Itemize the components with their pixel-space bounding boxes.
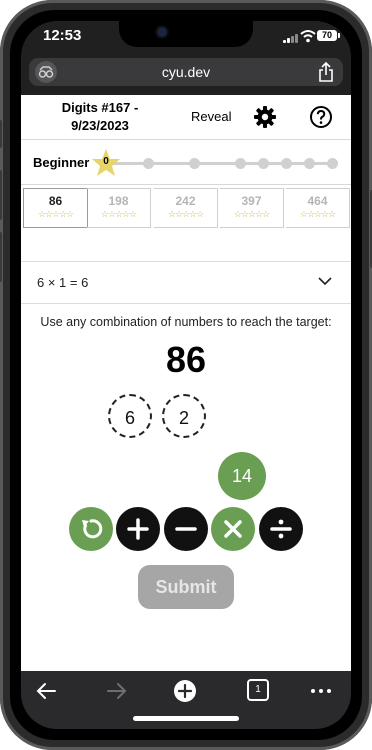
browser-toolbar: 1: [21, 671, 351, 729]
puzzle-tab-5[interactable]: 464 ☆☆☆☆☆: [286, 188, 350, 228]
tabs-button[interactable]: 1: [247, 679, 269, 701]
target-number: 86: [165, 339, 207, 380]
chevron-down-icon[interactable]: [318, 276, 332, 286]
battery-indicator: 70: [317, 30, 340, 41]
puzzle-title: Digits #167 - 9/23/2023: [43, 99, 157, 135]
level-dot: [327, 158, 338, 169]
url-text[interactable]: cyu.dev: [29, 64, 343, 80]
puzzle-number: Digits #167 -: [61, 100, 139, 115]
new-tab-button[interactable]: [171, 679, 199, 703]
divider: [21, 261, 351, 262]
subtract-button[interactable]: [164, 507, 208, 551]
wifi-icon: [300, 30, 316, 43]
volume-down-button: [0, 232, 2, 282]
more-button[interactable]: [307, 679, 335, 703]
puzzle-tabs: 86 ☆☆☆☆☆ 198 ☆☆☆☆☆ 242 ☆☆☆☆☆ 397 ☆☆☆☆☆ 4…: [21, 188, 351, 228]
level-progress: Beginner 0: [21, 140, 351, 185]
minus-icon: [175, 527, 197, 531]
history-dropdown[interactable]: 6 × 1 = 6: [21, 263, 351, 303]
level-dot: [281, 158, 292, 169]
puzzle-tab-target: 397: [241, 194, 262, 208]
gear-icon[interactable]: [253, 105, 277, 129]
undo-button[interactable]: [69, 507, 113, 551]
camera-icon: [157, 27, 167, 37]
puzzle-tab-target: 198: [108, 194, 129, 208]
game-header: Digits #167 - 9/23/2023 Reveal: [21, 95, 351, 140]
address-bar[interactable]: cyu.dev: [29, 58, 343, 86]
puzzle-tab-stars: ☆☆☆☆☆: [167, 209, 204, 219]
ellipsis-icon: [311, 689, 331, 693]
level-dot: [258, 158, 269, 169]
plus-icon: [127, 518, 149, 540]
level-label: Beginner: [33, 155, 90, 170]
level-star-value: 0: [103, 156, 109, 167]
status-time: 12:53: [43, 27, 82, 44]
share-icon[interactable]: [317, 61, 335, 83]
notch: [119, 21, 253, 47]
puzzle-tab-stars: ☆☆☆☆☆: [100, 209, 137, 219]
puzzle-date: 9/23/2023: [71, 118, 129, 133]
number-button[interactable]: 6: [108, 394, 152, 438]
puzzle-tab-1[interactable]: 86 ☆☆☆☆☆: [23, 188, 88, 228]
forward-button[interactable]: [102, 679, 130, 703]
multiply-button[interactable]: [211, 507, 255, 551]
level-dot: [189, 158, 200, 169]
puzzle-tab-target: 242: [175, 194, 196, 208]
puzzle-tab-stars: ☆☆☆☆☆: [37, 209, 74, 219]
screen: 12:53 70 cyu.dev Digits #167 - 9/23/2023…: [21, 21, 351, 729]
level-dot: [143, 158, 154, 169]
home-indicator: [133, 716, 239, 721]
mute-switch: [0, 120, 2, 148]
web-page: Digits #167 - 9/23/2023 Reveal Beginner …: [21, 95, 351, 671]
divider: [21, 303, 351, 304]
back-button[interactable]: [33, 679, 61, 703]
puzzle-tab-stars: ☆☆☆☆☆: [233, 209, 270, 219]
arrow-right-icon: [107, 683, 127, 699]
history-equation: 6 × 1 = 6: [37, 275, 89, 290]
level-dot: [304, 158, 315, 169]
puzzle-tab-target: 464: [307, 194, 328, 208]
phone-frame: 12:53 70 cyu.dev Digits #167 - 9/23/2023…: [0, 0, 372, 750]
volume-up-button: [0, 170, 2, 220]
puzzle-tab-2[interactable]: 198 ☆☆☆☆☆: [87, 188, 151, 228]
instructions-text: Use any combination of numbers to reach …: [40, 315, 332, 329]
puzzle-tab-target: 86: [48, 194, 63, 208]
add-button[interactable]: [116, 507, 160, 551]
plus-circle-icon: [174, 680, 196, 702]
puzzle-tab-4[interactable]: 397 ☆☆☆☆☆: [220, 188, 284, 228]
multiply-icon: [224, 520, 242, 538]
divide-icon: [270, 519, 292, 539]
puzzle-tab-3[interactable]: 242 ☆☆☆☆☆: [154, 188, 218, 228]
submit-button[interactable]: Submit: [138, 565, 234, 609]
number-button[interactable]: 2: [162, 394, 206, 438]
undo-icon: [82, 519, 103, 539]
selected-result-number[interactable]: 14: [218, 452, 266, 500]
help-icon[interactable]: [309, 105, 333, 129]
level-dot: [235, 158, 246, 169]
level-track: [106, 162, 333, 165]
puzzle-tab-stars: ☆☆☆☆☆: [299, 209, 336, 219]
cellular-signal-icon: [283, 33, 299, 43]
arrow-left-icon: [36, 683, 56, 699]
reveal-button[interactable]: Reveal: [191, 109, 231, 124]
divide-button[interactable]: [259, 507, 303, 551]
